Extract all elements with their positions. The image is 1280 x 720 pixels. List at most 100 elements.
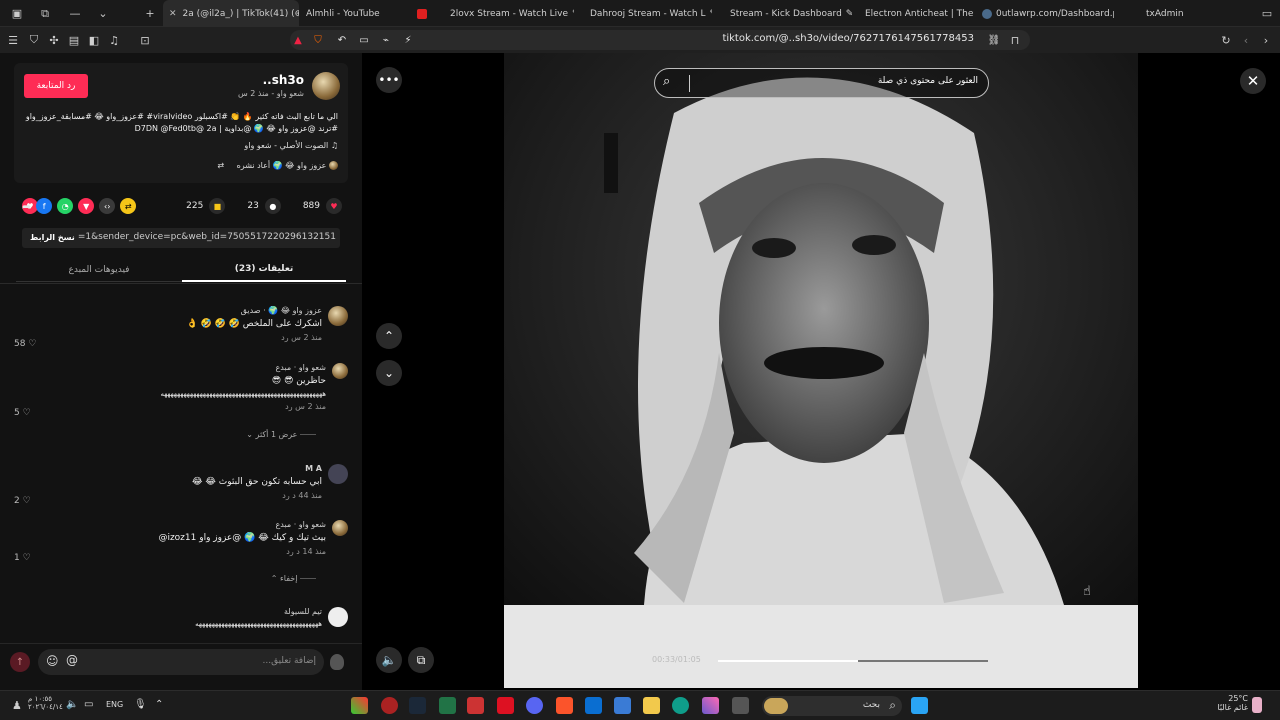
avatar[interactable] [332,363,348,379]
avatar[interactable] [312,72,340,100]
more-options-icon[interactable]: ••• [376,67,402,93]
menu-icon[interactable]: ☰ [5,32,21,48]
show-more-label[interactable]: عرض 1 أكثر [256,430,298,439]
link-icon[interactable]: ⛓ [986,32,1002,48]
comment-meta[interactable]: منذ 2 س رد [42,402,326,411]
comment-likes[interactable]: 58 ♡ [14,339,36,349]
task-view-icon[interactable] [732,697,749,714]
discord-icon[interactable] [526,697,543,714]
chevron-up-icon[interactable]: ⌃ [155,699,163,710]
whatsapp-icon[interactable]: ◔ [57,198,74,214]
tab-youtube[interactable]: Almhli - YouTube [306,0,431,27]
tab-actions-icon[interactable]: ⧉ [32,0,58,27]
edge-icon[interactable] [672,697,689,714]
tab-tiktok[interactable]: ✕ 2a (@il2a_) | TikTok(41) (⊕ [163,0,299,27]
mute-icon[interactable]: ✎ [572,9,574,19]
back-icon[interactable]: ‹ [1238,32,1254,48]
embed-icon[interactable]: ‹› [99,198,116,214]
comment-author[interactable]: عزوز واو 😂 🌍 · صديق [18,306,322,315]
progress-track[interactable] [718,660,988,662]
heart-outline-icon[interactable]: ♡ [23,553,31,563]
copilot-icon[interactable] [702,697,719,714]
share-arrow-icon[interactable]: ➦ [22,200,31,213]
steam-icon[interactable] [409,697,426,714]
emoji-icon[interactable]: ☺ [46,654,59,668]
avatar[interactable] [328,306,348,326]
tab-electron-anticheat[interactable]: Electron Anticheat | The #1 Fi [855,0,975,27]
chevron-up-icon[interactable]: ⌃ [376,323,402,349]
outlook-icon[interactable] [585,697,602,714]
shield-icon[interactable]: ⛉ [26,32,42,48]
search-icon[interactable]: ⌕ [663,74,670,89]
picture-in-picture-icon[interactable]: ⧉ [408,647,434,673]
tab-kick-stream-1[interactable]: 2lovx Stream - Watch Live ✎ [434,0,574,27]
facebook-icon[interactable]: f [36,198,53,214]
avatar[interactable] [332,520,348,536]
show-more-replies[interactable]: عرض 1 أكثر ⌄ [246,430,316,439]
heart-icon[interactable]: ♥ [326,198,342,214]
app-icon-1[interactable] [351,697,368,714]
tab-outlawrp[interactable]: 0utlawrp.com/Dashboard.php ⌇ [978,0,1114,27]
comment-likes[interactable]: 5 ♡ [14,408,31,418]
taskbar-search[interactable]: بحث ⌕ [762,696,902,716]
comment-author[interactable]: تيم للسيولة [18,607,322,616]
music-icon[interactable]: ♫ [106,32,122,48]
heart-outline-icon[interactable]: ♡ [28,339,36,349]
history-icon[interactable]: ⊡ [137,32,153,48]
heart-outline-icon[interactable]: ♡ [23,408,31,418]
follow-back-button[interactable]: رد المتابعة [24,74,88,98]
comment-likes[interactable]: 1 ♡ [14,553,31,563]
chevron-down-icon[interactable]: ⌄ [90,0,116,27]
url-text[interactable]: tiktok.com/@..sh3o/video/762717614756177… [722,33,974,44]
comment-icon[interactable]: ● [264,198,281,214]
translate-icon[interactable]: ⌁ [378,32,394,48]
avatar[interactable] [328,607,348,627]
comment-meta[interactable]: منذ 2 س رد [18,333,322,342]
volume-icon[interactable]: 🔈 [66,699,78,710]
repost-share-icon[interactable]: ⇄ [120,198,137,214]
send-icon[interactable]: ▼ [78,198,95,214]
clock[interactable]: ١٠:٥٥ م ٢٠٢٦/٠٤/١٤ [28,695,63,711]
comment-meta[interactable]: منذ 44 د رد [18,491,322,500]
notification-icon[interactable]: ♟ [12,699,22,712]
address-bar[interactable]: ▲ ⛉ ↶ ▭ ⌁ ⚡ tiktok.com/@..sh3o/video/762… [290,30,1030,50]
mute-icon[interactable]: ✎ [709,9,712,19]
heart-outline-icon[interactable]: ♡ [23,496,31,506]
reader-icon[interactable]: ▭ [356,32,372,48]
sidebar-icon[interactable]: ◧ [86,32,102,48]
post-button[interactable]: ↑ [10,652,30,672]
avatar[interactable] [328,464,348,484]
comment-likes[interactable]: 2 ♡ [14,496,31,506]
tab-creator-videos[interactable]: فيديوهات المبدع [16,258,182,282]
volume-icon[interactable]: 🔈 [376,647,402,673]
comment-author[interactable]: شعو واو · مبدع [42,520,327,529]
repost-row[interactable]: عزوز واو 😂 🌍 أعاد نشره ⇄ [217,161,338,170]
share-icon[interactable]: ↶ [334,32,350,48]
close-icon[interactable]: ✕ [1240,68,1266,94]
related-search-bar[interactable]: ⌕ العثور على محتوى ذي صلة [654,68,989,98]
reload-icon[interactable]: ↻ [1218,32,1234,48]
weather-widget[interactable]: 25°C غائم غالبًا [1216,694,1248,712]
wand-icon[interactable]: ⚡ [400,32,416,48]
language-indicator[interactable]: ENG [106,700,123,709]
chevron-down-icon[interactable]: ⌄ [376,360,402,386]
tab-txadmin[interactable]: txAdmin [1118,0,1218,27]
sound-row[interactable]: ♫ الصوت الأصلي - شعو واو [244,141,338,150]
comment-author[interactable]: شعو واو · مبدع [42,363,327,372]
share-link-text[interactable]: pp=1&sender_device=pc&web_id=75055172202… [78,232,336,242]
tabs-icon[interactable]: ▤ [66,32,82,48]
mute-icon[interactable]: ✎ [846,9,852,19]
brave-icon[interactable] [556,697,573,714]
brave-icon[interactable]: ▲ [290,32,306,48]
hide-replies[interactable]: إخفاء ⌃ [271,574,316,583]
bookmark-icon[interactable]: ⊓ [1007,32,1023,48]
video-player[interactable]: 00:33/01:05 [504,53,1138,688]
tab-search-icon[interactable]: ▭ [1254,0,1280,27]
comment-meta[interactable]: منذ 14 د رد [42,547,326,556]
forward-icon[interactable]: › [1258,32,1274,48]
close-icon[interactable]: ✕ [169,9,177,19]
extensions-icon[interactable]: ✣ [46,32,62,48]
app-icon-6[interactable] [497,697,514,714]
post-username[interactable]: sh3o.. [263,73,304,87]
tab-comments[interactable]: تعليقات (23) [182,258,346,282]
